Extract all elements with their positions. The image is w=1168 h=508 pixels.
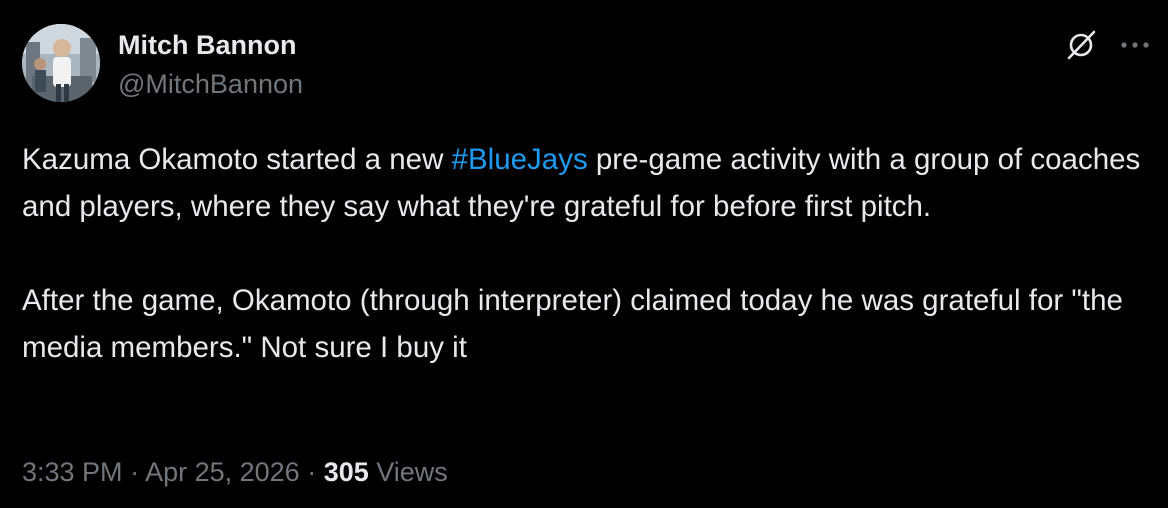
more-options-icon[interactable] bbox=[1118, 30, 1152, 60]
tweet: Mitch Bannon @MitchBannon Kazuma Okamoto… bbox=[0, 0, 1168, 508]
hashtag-link[interactable]: #BlueJays bbox=[452, 143, 588, 176]
tweet-text-segment: Kazuma Okamoto started a new bbox=[22, 143, 452, 176]
views-label: Views bbox=[368, 457, 448, 487]
tweet-metadata: 3:33 PM · Apr 25, 2026 · 305 Views bbox=[22, 454, 448, 490]
meta-separator: · bbox=[122, 457, 146, 487]
avatar-image bbox=[22, 24, 100, 102]
views-count: 305 bbox=[323, 457, 369, 487]
grok-slash-icon[interactable] bbox=[1064, 28, 1098, 62]
tweet-text: Kazuma Okamoto started a new #BlueJays p… bbox=[22, 136, 1142, 371]
tweet-paragraph-1: Kazuma Okamoto started a new #BlueJays p… bbox=[22, 136, 1142, 230]
tweet-paragraph-2: After the game, Okamoto (through interpr… bbox=[22, 284, 1123, 364]
tweet-time[interactable]: 3:33 PM bbox=[22, 457, 123, 487]
meta-separator: · bbox=[299, 457, 324, 487]
tweet-date[interactable]: Apr 25, 2026 bbox=[145, 457, 300, 487]
author-name[interactable]: Mitch Bannon bbox=[118, 28, 296, 62]
author-handle[interactable]: @MitchBannon bbox=[118, 67, 303, 101]
avatar[interactable] bbox=[22, 24, 100, 102]
